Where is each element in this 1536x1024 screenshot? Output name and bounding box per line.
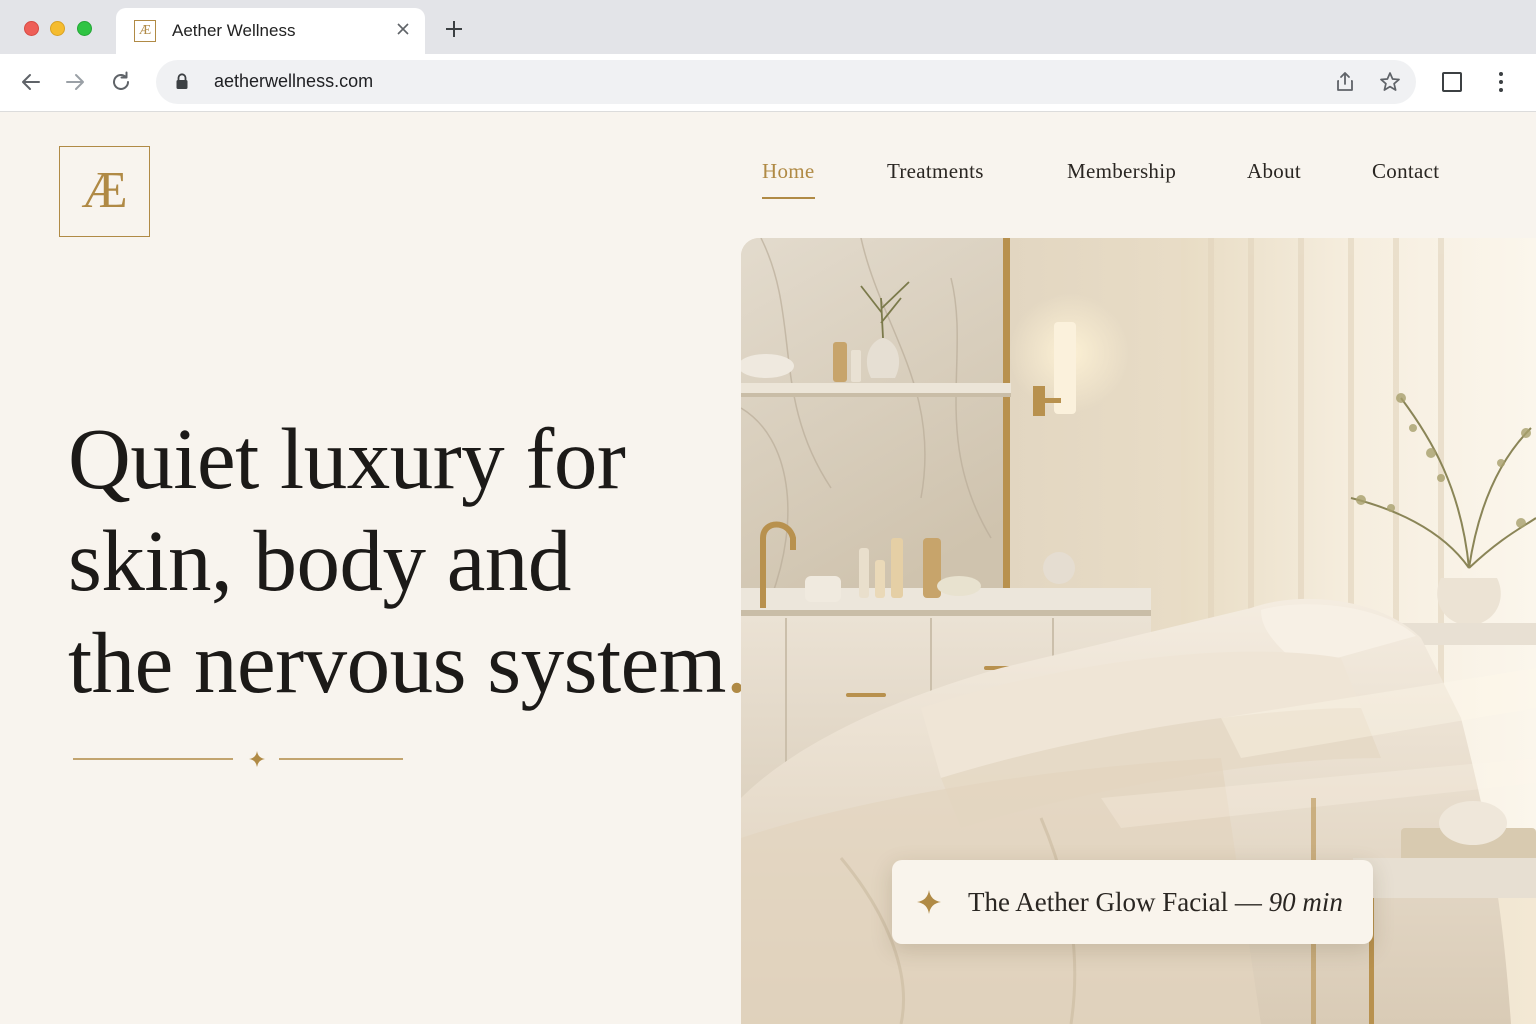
- headline-line-3-text: the nervous system: [68, 614, 726, 711]
- treatment-duration: 90 min: [1268, 887, 1343, 917]
- sparkle-icon: [249, 751, 265, 767]
- featured-treatment-card[interactable]: The Aether Glow Facial — 90 min: [892, 860, 1373, 944]
- hero-headline: Quiet luxury for skin, body and the nerv…: [68, 408, 748, 714]
- close-window-button[interactable]: [24, 21, 39, 36]
- page-content: Æ Home Treatments Membership About Conta…: [0, 112, 1536, 1024]
- close-tab-icon[interactable]: [395, 21, 411, 37]
- new-tab-icon[interactable]: [444, 19, 464, 39]
- nav-about[interactable]: About: [1247, 159, 1301, 184]
- back-arrow-icon[interactable]: [18, 69, 44, 95]
- forward-arrow-icon[interactable]: [62, 69, 88, 95]
- nav-contact[interactable]: Contact: [1372, 159, 1439, 184]
- nav-home[interactable]: Home: [762, 159, 815, 184]
- browser-tab[interactable]: Æ Aether Wellness: [116, 8, 425, 54]
- nav-treatments[interactable]: Treatments: [887, 159, 984, 184]
- reload-icon[interactable]: [108, 69, 134, 95]
- minimize-window-button[interactable]: [50, 21, 65, 36]
- ornamental-divider: [73, 751, 403, 767]
- featured-treatment-label: The Aether Glow Facial — 90 min: [968, 887, 1343, 918]
- browser-tab-bar: Æ Aether Wellness: [0, 0, 1536, 54]
- tab-title: Aether Wellness: [172, 21, 296, 40]
- nav-membership[interactable]: Membership: [1067, 159, 1176, 184]
- star-icon[interactable]: [1378, 70, 1402, 94]
- maximize-window-button[interactable]: [77, 21, 92, 36]
- headline-line-2: skin, body and: [68, 512, 571, 609]
- active-nav-indicator: [762, 197, 815, 199]
- treatment-name: The Aether Glow Facial —: [968, 887, 1262, 917]
- site-logo[interactable]: Æ: [59, 146, 150, 237]
- address-bar[interactable]: aetherwellness.com: [156, 60, 1416, 104]
- share-icon[interactable]: [1333, 70, 1357, 94]
- lock-icon[interactable]: [175, 73, 189, 90]
- sparkle-icon: [917, 890, 941, 914]
- browser-toolbar: aetherwellness.com: [0, 54, 1536, 112]
- headline-line-1: Quiet luxury for: [68, 410, 626, 507]
- kebab-menu-icon[interactable]: [1488, 69, 1514, 95]
- headline-line-3: the nervous system.: [68, 612, 748, 714]
- url-text[interactable]: aetherwellness.com: [214, 71, 373, 92]
- sidebar-icon[interactable]: [1439, 69, 1465, 95]
- favicon-icon: Æ: [134, 20, 156, 42]
